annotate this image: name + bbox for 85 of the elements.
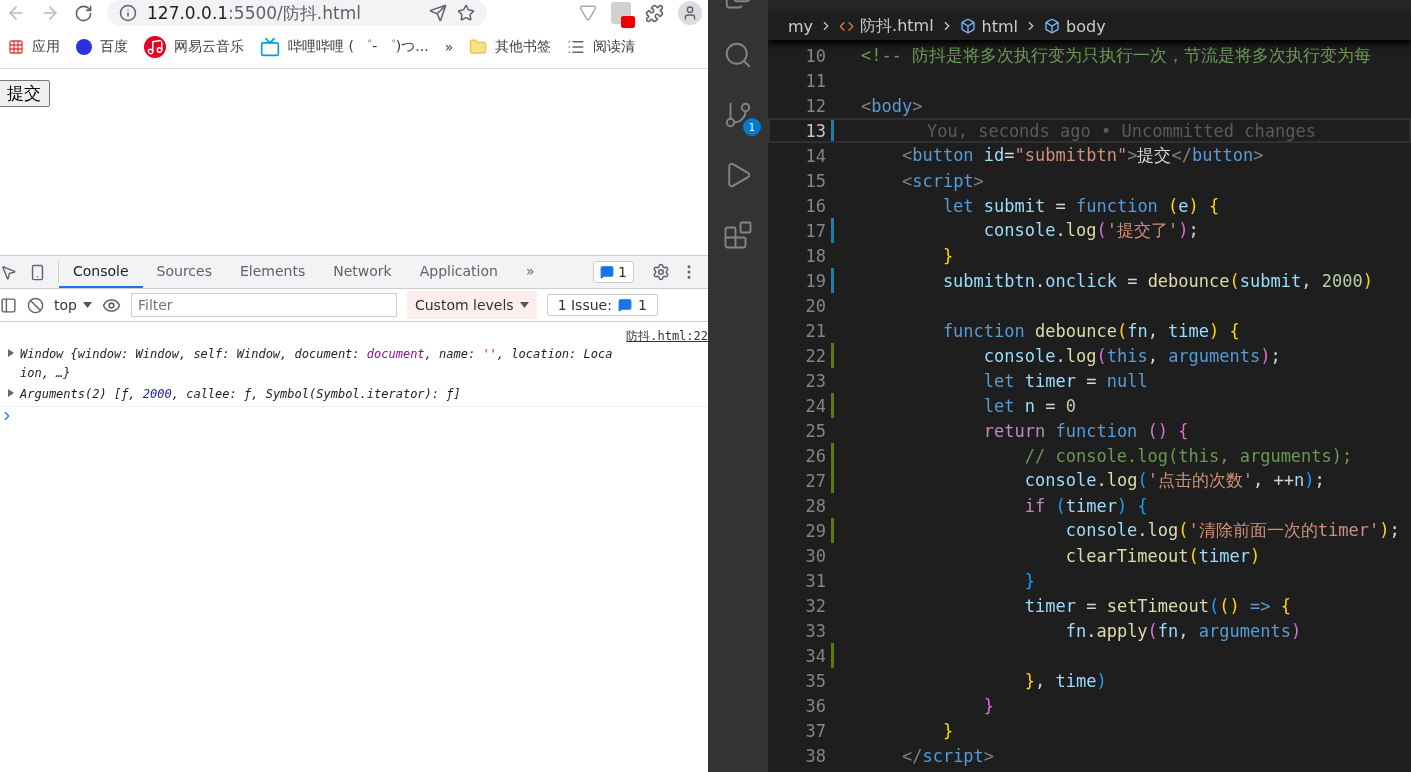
code-line: fn.apply(fn, arguments) [1064,620,1302,641]
code-line: let submit = function (e) { [941,195,1220,216]
line-number: 18 [804,245,826,266]
code-line: } [941,245,954,266]
code-line: } [941,720,954,741]
line-number: 16 [804,195,826,216]
code-line: } [982,695,995,716]
line-number: 20 [804,295,826,316]
console-message: ion, …} [20,365,72,382]
code-line: clearTimeout(timer) [1064,545,1261,566]
code-line: let n = 0 [982,395,1076,416]
line-number: 23 [804,370,826,391]
line-number: 34 [804,645,826,666]
bookmark[interactable]: 阅读清 [567,38,636,56]
code-line: <script> [900,170,984,191]
url-text: 127.0.0.1:5500/防抖.html [147,1,361,25]
line-number: 10 [804,45,826,66]
more-tabs[interactable]: » [511,256,549,288]
line-number: 36 [804,695,826,716]
line-number: 11 [804,70,826,91]
line-number: 33 [804,620,826,641]
code-line: submitbtn.onclick = debounce(submit, 2000) [941,270,1373,291]
console-message: Arguments(2) [ƒ, 2000, callee: ƒ, Symbol(Symbol.iterator): ƒ] [20,386,461,403]
bookmark[interactable]: 百度 [76,38,128,56]
devtools-tab[interactable]: Application [405,256,512,288]
devtools-tab[interactable]: Console [59,256,143,288]
line-number: 32 [804,595,826,616]
code-line: <body> [861,95,923,116]
line-number: 29 [804,520,826,541]
context-select[interactable]: top [54,297,92,313]
code-line: if (timer) { [1023,495,1148,516]
line-number: 26 [804,445,826,466]
line-number: 24 [804,395,826,416]
line-number: 17 [804,220,826,241]
code-line: let timer = null [982,370,1148,391]
messages-badge[interactable]: 1 [593,261,634,283]
breadcrumb[interactable]: body [1066,16,1106,36]
devtools-tab[interactable]: Network [319,256,406,288]
code-line: </script> [900,745,995,766]
levels-select[interactable]: Custom levels [406,291,537,319]
code-line: timer = setTimeout(() => { [1023,595,1291,616]
console-message: Window {window: Window, self: Window, document: document, name: '', location: Loca [20,346,613,363]
bookmark[interactable]: 哔哩哔哩 ( ゜- ゜)つ... [260,37,429,57]
address-bar[interactable]: 127.0.0.1:5500/防抖.html [107,0,487,26]
line-number: 31 [804,570,826,591]
line-number: 22 [804,345,826,366]
code-line: }, time) [1023,670,1107,691]
submit-button[interactable]: 提交 [0,80,50,107]
line-number: 28 [804,495,826,516]
code-line: } [1023,570,1035,591]
line-number: 38 [804,745,826,766]
bookmark[interactable]: 应用 [8,38,60,56]
code-line: console.log('提交了'); [982,219,1199,242]
breadcrumb[interactable]: html [981,16,1019,36]
devtools-tab[interactable]: Sources [142,256,226,288]
line-number: 35 [804,670,826,691]
line-number: 30 [804,545,826,566]
line-number: 25 [804,420,826,441]
line-number: 27 [804,470,826,491]
line-number: 15 [804,170,826,191]
code-line: function debounce(fn, time) { [941,320,1240,341]
scm-badge: 1 [743,118,761,136]
code-line: console.log('点击的次数', ++n); [1023,469,1325,492]
line-number: 13 [804,120,826,141]
issues-button[interactable]: 1 Issue: 1 [546,294,658,316]
line-number: 21 [804,320,826,341]
bookmark[interactable]: 网易云音乐 [144,36,244,58]
line-number: 12 [804,95,826,116]
breadcrumb[interactable]: my [788,16,814,36]
line-number: 14 [804,145,826,166]
code-line: console.log('清除前面一次的timer'); [1064,519,1400,542]
blame-annotation: You, seconds ago • Uncommitted changes [926,120,1316,141]
breadcrumb[interactable]: 防抖.html [860,15,934,37]
line-number: 19 [804,270,826,291]
code-line: <button id="submitbtn">提交</button> [900,144,1264,167]
line-number: 37 [804,720,826,741]
bookmark[interactable]: » [444,39,454,55]
code-line: // console.log(this, arguments); [1023,445,1353,466]
code-line: <!-- 防抖是将多次执行变为只执行一次，节流是将多次执行变为每 [861,44,1372,67]
devtools-tab[interactable]: Elements [225,256,320,288]
code-line: return function () { [982,420,1189,441]
bookmark[interactable]: 其他书签 [469,38,552,56]
code-line: console.log(this, arguments); [982,345,1281,366]
filter-field[interactable]: Filter [130,293,397,317]
source-link[interactable]: 防抖.html:22 [626,329,708,343]
